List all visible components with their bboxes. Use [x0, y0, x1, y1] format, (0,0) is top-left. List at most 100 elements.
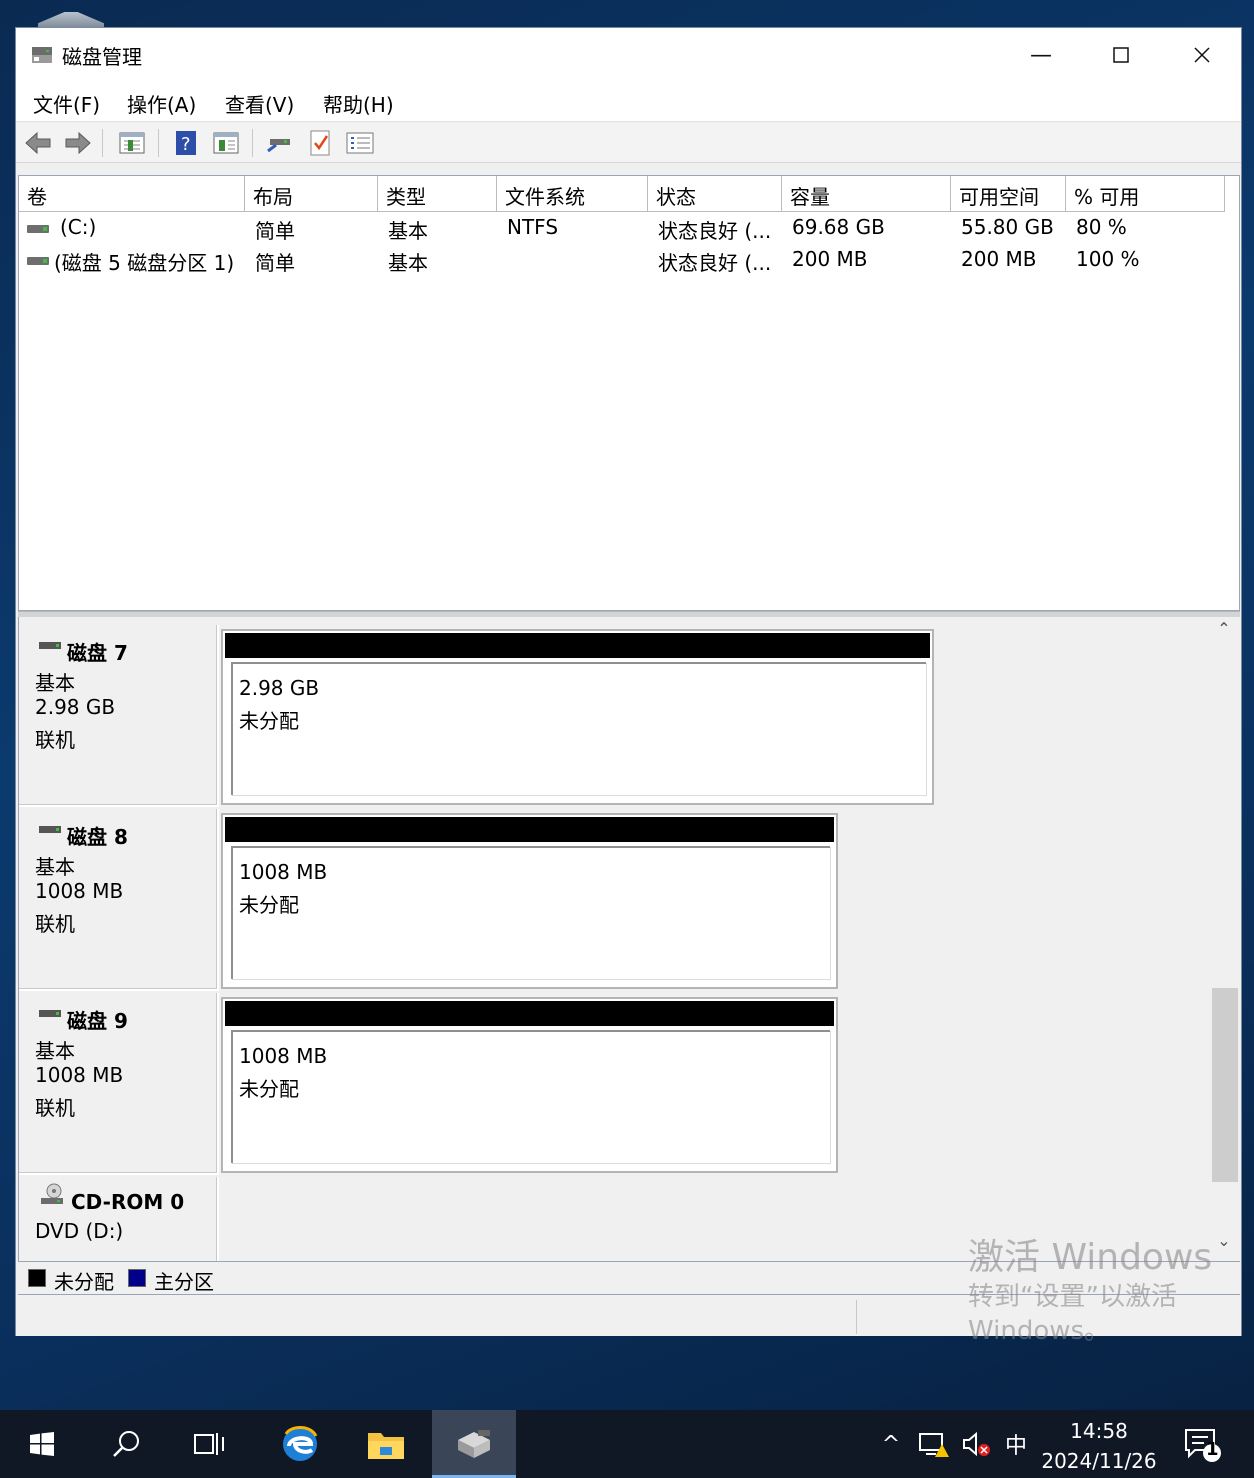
disk-icon: [39, 1010, 61, 1017]
volume-capacity: 200 MB: [792, 247, 868, 271]
network-warning-icon: [919, 1433, 949, 1457]
desktop-icon-shape: [38, 12, 104, 28]
toolbar-separator: [252, 129, 253, 157]
disk-state: 联机: [35, 728, 75, 752]
column-header-capacity[interactable]: 容量: [782, 176, 951, 212]
scroll-down-icon[interactable]: ⌄: [1210, 1231, 1238, 1250]
column-header-type[interactable]: 类型: [378, 176, 497, 212]
column-header-percent-free[interactable]: % 可用: [1066, 176, 1225, 212]
task-view-button[interactable]: [168, 1410, 252, 1478]
disk-label-cdrom-0[interactable]: CD-ROM 0 DVD (D:): [19, 1177, 219, 1261]
volume-tray-button[interactable]: [956, 1410, 996, 1478]
partition-header-bar: [225, 817, 834, 842]
maximize-button[interactable]: [1081, 28, 1161, 82]
partition-body: 1008 MB 未分配: [231, 1030, 830, 1163]
menu-view[interactable]: 查看(V): [225, 89, 294, 118]
check-button[interactable]: [306, 129, 334, 157]
disk-label-disk-8[interactable]: 磁盘 8 基本 1008 MB 联机: [19, 809, 219, 991]
minimize-button[interactable]: —: [1001, 28, 1081, 82]
disk-icon: [39, 826, 61, 833]
disk-map-pane: 磁盘 7 基本 2.98 GB 联机 2.98 GB 未分配 磁盘 8 基本 1…: [18, 617, 1240, 1261]
task-view-icon: [194, 1433, 224, 1455]
check-icon: [310, 130, 330, 156]
disk-type: 基本: [35, 1039, 75, 1063]
menu-bar: 文件(F) 操作(A) 查看(V) 帮助(H): [16, 82, 1241, 122]
partition-disk-7-unallocated[interactable]: 2.98 GB 未分配: [221, 629, 934, 805]
volume-layout: 简单: [255, 219, 295, 243]
help-button[interactable]: ?: [172, 129, 200, 157]
menu-action[interactable]: 操作(A): [127, 89, 196, 118]
column-header-filesystem[interactable]: 文件系统: [497, 176, 648, 212]
close-button[interactable]: [1162, 28, 1242, 82]
close-icon: [1194, 47, 1210, 63]
volume-status: 状态良好 (...: [658, 219, 772, 243]
partition-size: 1008 MB: [239, 860, 328, 884]
toolbar: ?: [16, 123, 1241, 163]
vertical-scrollbar[interactable]: ⌃ ⌄: [1210, 617, 1238, 1261]
toolbar-separator: [102, 129, 103, 157]
title-bar[interactable]: 磁盘管理 —: [16, 28, 1241, 82]
scroll-up-icon[interactable]: ⌃: [1210, 619, 1238, 638]
disk-management-taskbar-button[interactable]: [432, 1410, 516, 1478]
column-header-volume[interactable]: 卷: [19, 176, 245, 212]
volume-list[interactable]: 卷 布局 类型 文件系统 状态 容量 可用空间 % 可用 (C:) 简单 基本 …: [18, 175, 1240, 611]
partition-disk-8-unallocated[interactable]: 1008 MB 未分配: [221, 813, 838, 989]
disk-label-disk-9[interactable]: 磁盘 9 基本 1008 MB 联机: [19, 993, 219, 1175]
menu-help[interactable]: 帮助(H): [323, 89, 394, 118]
volume-type: 基本: [388, 251, 428, 275]
cdrom-drive: DVD (D:): [35, 1219, 124, 1243]
menu-file[interactable]: 文件(F): [33, 89, 100, 118]
forward-button[interactable]: [64, 129, 92, 157]
volume-filesystem: NTFS: [507, 215, 559, 239]
volume-name: (C:): [60, 215, 97, 239]
volume-free: 55.80 GB: [961, 215, 1054, 239]
file-explorer-taskbar-button[interactable]: [344, 1410, 428, 1478]
network-tray-button[interactable]: [914, 1410, 954, 1478]
cdrom-name: CD-ROM 0: [71, 1190, 185, 1214]
ime-label: 中: [1004, 1434, 1027, 1459]
volume-name: (磁盘 5 磁盘分区 1): [54, 251, 235, 275]
show-hide-button[interactable]: [212, 129, 240, 157]
action-center-button[interactable]: 1: [1176, 1410, 1226, 1478]
properties-button[interactable]: [118, 129, 146, 157]
ime-indicator[interactable]: 中: [998, 1410, 1034, 1478]
search-button[interactable]: [84, 1410, 168, 1478]
volume-icon: [27, 225, 49, 233]
legend-label-unallocated: 未分配: [54, 1270, 114, 1294]
maximize-icon: [1113, 47, 1129, 63]
disk-type: 基本: [35, 855, 75, 879]
partition-size: 1008 MB: [239, 1044, 328, 1068]
edge-icon: [283, 1426, 318, 1461]
connect-icon: [267, 139, 290, 153]
volume-free: 200 MB: [961, 247, 1037, 271]
partition-size: 2.98 GB: [239, 676, 320, 700]
column-header-free-space[interactable]: 可用空间: [951, 176, 1066, 212]
activation-watermark-text: 转到“设置”以激活: [968, 1282, 1177, 1312]
chevron-up-icon: ^: [881, 1431, 901, 1457]
list-button[interactable]: [346, 129, 374, 157]
status-divider: [856, 1300, 857, 1334]
clock-date: 2024/11/26: [1041, 1449, 1157, 1473]
show-hidden-icons-button[interactable]: ^: [876, 1410, 906, 1478]
disk-name: 磁盘 9: [67, 1009, 128, 1033]
volume-icon: [27, 257, 49, 265]
column-header-layout[interactable]: 布局: [245, 176, 378, 212]
disk-name: 磁盘 7: [67, 641, 128, 665]
legend-swatch-primary: [128, 1269, 146, 1287]
edge-taskbar-button[interactable]: [258, 1410, 342, 1478]
start-icon: [30, 1432, 54, 1456]
properties-icon: [119, 132, 145, 154]
legend-label-primary: 主分区: [154, 1270, 214, 1294]
disk-label-disk-7[interactable]: 磁盘 7 基本 2.98 GB 联机: [19, 625, 219, 807]
scroll-thumb[interactable]: [1212, 988, 1238, 1182]
back-button[interactable]: [24, 129, 52, 157]
notification-count: 1: [1206, 1439, 1219, 1460]
taskbar-clock[interactable]: 14:58 2024/11/26: [1036, 1416, 1162, 1476]
file-explorer-icon: [368, 1433, 404, 1459]
volume-percent-free: 80 %: [1076, 215, 1127, 239]
connect-button[interactable]: [266, 129, 294, 157]
column-header-status[interactable]: 状态: [648, 176, 782, 212]
partition-state: 未分配: [239, 1077, 299, 1101]
partition-disk-9-unallocated[interactable]: 1008 MB 未分配: [221, 997, 838, 1173]
start-button[interactable]: [0, 1410, 84, 1478]
